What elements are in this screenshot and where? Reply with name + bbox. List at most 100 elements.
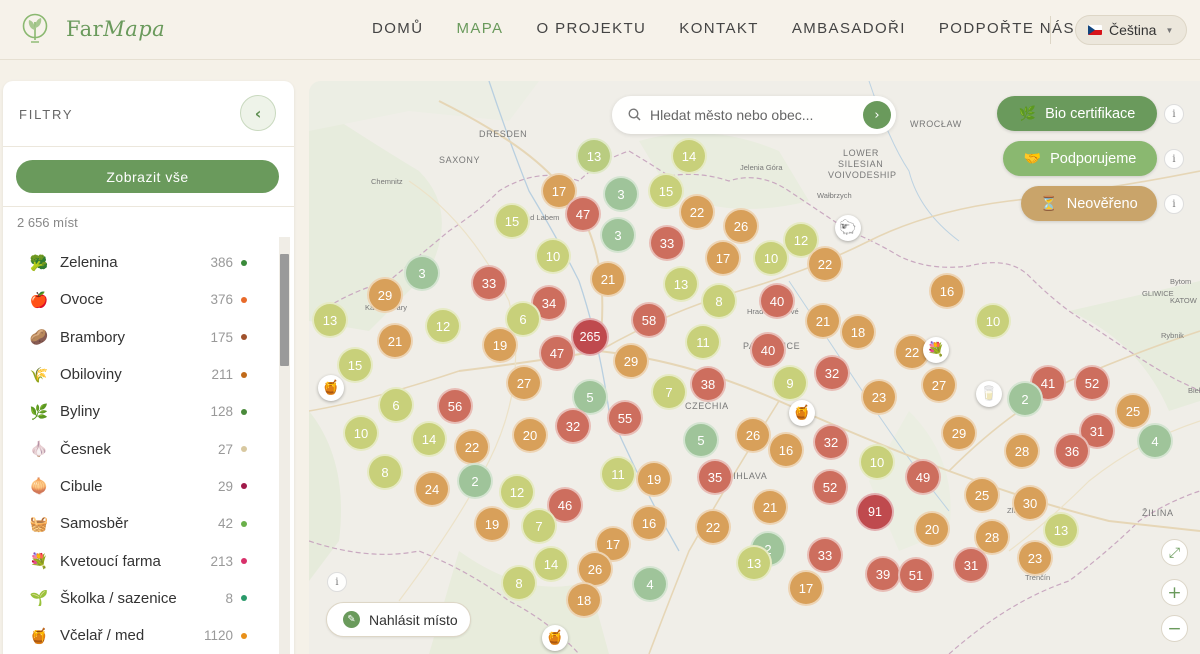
map-cluster[interactable]: 22 — [454, 429, 490, 465]
map-cluster[interactable]: 15 — [648, 173, 684, 209]
category-item[interactable]: 🍯 Včelař / med 1120 — [3, 617, 275, 654]
map-cluster[interactable]: 265 — [571, 318, 609, 356]
category-item[interactable]: 🧺 Samosběr 42 — [3, 505, 275, 542]
map-cluster[interactable]: 21 — [805, 303, 841, 339]
map-cluster[interactable]: 52 — [812, 469, 848, 505]
map-cluster[interactable]: 23 — [861, 379, 897, 415]
map-cluster[interactable]: 13 — [663, 266, 699, 302]
category-item[interactable]: 🌱 Školka / sazenice 8 — [3, 580, 275, 617]
map-cluster[interactable]: 11 — [600, 456, 636, 492]
map-cluster[interactable]: 21 — [752, 489, 788, 525]
nav-domu[interactable]: DOMŮ — [372, 20, 423, 37]
map-cluster[interactable]: 31 — [953, 547, 989, 583]
map-cluster[interactable]: 29 — [367, 277, 403, 313]
search-submit-button[interactable]: › — [863, 101, 891, 129]
map-cluster[interactable]: 7 — [521, 508, 557, 544]
nav-mapa[interactable]: MAPA — [456, 20, 503, 37]
map-cluster[interactable]: 47 — [539, 335, 575, 371]
map-cluster[interactable]: 22 — [695, 509, 731, 545]
map-cluster[interactable]: 51 — [898, 557, 934, 593]
map-cluster[interactable]: 5 — [683, 422, 719, 458]
map-cluster[interactable]: 3 — [600, 217, 636, 253]
map-cluster[interactable]: 29 — [941, 415, 977, 451]
map-cluster[interactable]: 11 — [685, 324, 721, 360]
map-cluster[interactable]: 16 — [768, 432, 804, 468]
map-cluster[interactable]: 16 — [929, 273, 965, 309]
map-cluster[interactable]: 26 — [735, 417, 771, 453]
map-cluster[interactable]: 4 — [1137, 423, 1173, 459]
map-cluster[interactable]: 38 — [690, 366, 726, 402]
map-cluster[interactable]: 39 — [865, 556, 901, 592]
map-cluster[interactable]: 32 — [555, 408, 591, 444]
map-cluster[interactable]: 16 — [631, 505, 667, 541]
info-icon[interactable]: i — [1164, 104, 1184, 124]
category-item[interactable]: 🍎 Ovoce 376 — [3, 281, 275, 318]
unverified-filter-button[interactable]: ⏳ Neověřeno — [1021, 186, 1157, 221]
map-cluster[interactable]: 18 — [840, 314, 876, 350]
info-icon[interactable]: i — [1164, 194, 1184, 214]
map-cluster[interactable]: 8 — [367, 454, 403, 490]
honey-marker-icon[interactable]: 🍯 — [318, 375, 344, 401]
map-cluster[interactable]: 19 — [636, 461, 672, 497]
map-cluster[interactable]: 35 — [697, 459, 733, 495]
show-all-button[interactable]: Zobrazit vše — [16, 160, 279, 193]
map-cluster[interactable]: 12 — [425, 308, 461, 344]
map-cluster[interactable]: 6 — [378, 387, 414, 423]
category-item[interactable]: 🌿 Byliny 128 — [3, 393, 275, 430]
map-cluster[interactable]: 3 — [404, 255, 440, 291]
flower-marker-icon[interactable]: 💐 — [923, 337, 949, 363]
map-cluster[interactable]: 9 — [772, 365, 808, 401]
map-cluster[interactable]: 27 — [506, 365, 542, 401]
map-cluster[interactable]: 25 — [1115, 393, 1151, 429]
map-cluster[interactable]: 28 — [1004, 433, 1040, 469]
map-cluster[interactable]: 13 — [312, 302, 348, 338]
map-cluster[interactable]: 2 — [457, 463, 493, 499]
nav-podporte-nas[interactable]: PODPOŘTE NÁS — [939, 20, 1075, 37]
category-item[interactable]: 🧄 Česnek 27 — [3, 430, 275, 467]
zoom-out-button[interactable]: − — [1161, 615, 1188, 642]
map-cluster[interactable]: 33 — [807, 537, 843, 573]
map-cluster[interactable]: 40 — [750, 332, 786, 368]
map-cluster[interactable]: 8 — [701, 283, 737, 319]
category-item[interactable]: 🧅 Cibule 29 — [3, 468, 275, 505]
map-cluster[interactable]: 13 — [1043, 512, 1079, 548]
map-cluster[interactable]: 24 — [414, 471, 450, 507]
map-cluster[interactable]: 36 — [1054, 433, 1090, 469]
map[interactable]: DRESDEN SAXONY Chemnitz ad Labem Jelenia… — [309, 81, 1200, 654]
map-cluster[interactable]: 8 — [501, 565, 537, 601]
category-item[interactable]: 🥦 Zelenina 386 — [3, 244, 275, 281]
map-cluster[interactable]: 32 — [813, 424, 849, 460]
map-cluster[interactable]: 21 — [590, 261, 626, 297]
language-select[interactable]: Čeština ▼ — [1075, 15, 1187, 45]
map-cluster[interactable]: 20 — [914, 511, 950, 547]
map-cluster[interactable]: 20 — [512, 417, 548, 453]
map-cluster[interactable]: 10 — [343, 415, 379, 451]
map-cluster[interactable]: 15 — [337, 347, 373, 383]
map-cluster[interactable]: 56 — [437, 388, 473, 424]
honey-marker-icon[interactable]: 🍯 — [542, 625, 568, 651]
map-cluster[interactable]: 40 — [759, 283, 795, 319]
scrollbar-thumb[interactable] — [280, 254, 289, 366]
nav-ambasadori[interactable]: AMBASADOŘI — [792, 20, 906, 37]
map-cluster[interactable]: 58 — [631, 302, 667, 338]
map-cluster[interactable]: 52 — [1074, 365, 1110, 401]
map-cluster[interactable]: 7 — [651, 374, 687, 410]
map-cluster[interactable]: 27 — [921, 367, 957, 403]
map-cluster[interactable]: 21 — [377, 323, 413, 359]
map-cluster[interactable]: 17 — [705, 240, 741, 276]
map-cluster[interactable]: 10 — [859, 444, 895, 480]
map-cluster[interactable]: 14 — [671, 138, 707, 174]
map-cluster[interactable]: 19 — [474, 506, 510, 542]
supported-filter-button[interactable]: 🤝 Podporujeme — [1003, 141, 1157, 176]
logo[interactable]: FarMapa — [22, 12, 165, 46]
map-cluster[interactable]: 2 — [1007, 381, 1043, 417]
map-cluster[interactable]: 22 — [807, 246, 843, 282]
map-cluster[interactable]: 15 — [494, 203, 530, 239]
map-cluster[interactable]: 14 — [533, 546, 569, 582]
map-cluster[interactable]: 33 — [471, 265, 507, 301]
sheep-marker-icon[interactable]: 🐑 — [835, 215, 861, 241]
search-input[interactable] — [650, 104, 830, 126]
map-cluster[interactable]: 12 — [499, 474, 535, 510]
map-cluster[interactable]: 33 — [649, 225, 685, 261]
map-cluster[interactable]: 10 — [975, 303, 1011, 339]
